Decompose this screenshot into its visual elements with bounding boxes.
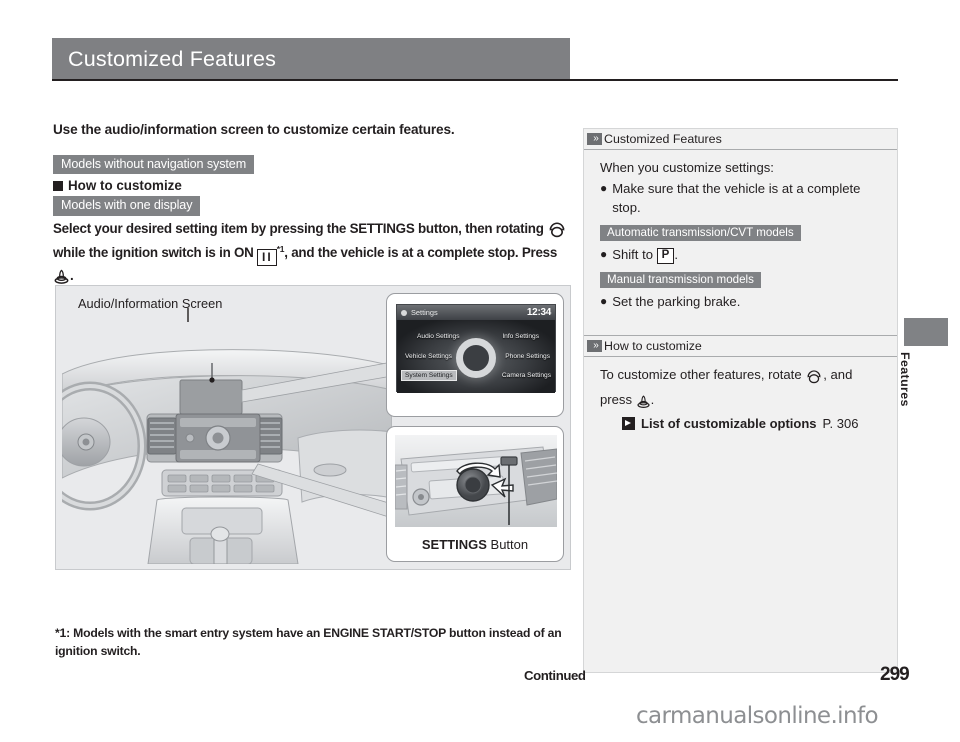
settings-button-caption-rest: Button	[486, 537, 529, 552]
shift-to-label: Shift to	[612, 246, 654, 262]
page-title: Customized Features	[68, 46, 277, 71]
park-gear-icon: P	[656, 247, 675, 265]
menu-item-camera-settings[interactable]: Camera Settings	[502, 372, 551, 379]
double-chevron-icon: »	[587, 340, 602, 353]
label-models-without-navigation: Models without navigation system	[53, 154, 573, 175]
instruction-text-1: Select your desired setting item by pres…	[53, 220, 544, 236]
subheading-label: How to customize	[68, 178, 182, 194]
rotate-knob-icon	[805, 369, 823, 390]
title-rule	[52, 79, 898, 81]
menu-item-vehicle-settings[interactable]: Vehicle Settings	[405, 353, 452, 360]
cross-reference-link[interactable]: List of customizable options P. 306	[622, 416, 887, 431]
instruction-text-2: while the ignition switch is in ON	[53, 244, 254, 260]
sidenote-heading-how-to-customize: » How to customize	[584, 335, 897, 358]
footnote-text: Models with the smart entry system have …	[55, 626, 562, 659]
screen-menu-area: Audio Settings Info Settings Vehicle Set…	[397, 320, 555, 393]
menu-item-audio-settings[interactable]: Audio Settings	[417, 333, 460, 340]
watermark: carmanualsonline.info	[636, 703, 879, 729]
manual-page: Customized Features Use the audio/inform…	[0, 0, 960, 742]
sidenote-intro: When you customize settings:	[600, 160, 774, 175]
bullet-dot-icon: ●	[600, 180, 608, 195]
ignition-on-icon: II	[257, 248, 277, 266]
page-number: 299	[880, 664, 910, 685]
page-title-bar: Customized Features	[52, 38, 570, 80]
callout-settings-button: SETTINGS Button	[386, 426, 564, 562]
head-unit-screen: Settings 12:34 Audio Settings Info Setti…	[396, 304, 556, 393]
sidenote-bullet-3-text: Set the parking brake.	[612, 293, 741, 309]
settings-button-bold-label: SETTINGS	[421, 537, 487, 552]
sidenote-line-end: .	[650, 391, 655, 407]
settings-indicator-icon	[401, 309, 407, 316]
screen-title: Settings	[411, 308, 438, 317]
illustration-figure: Audio/Information Screen Settings 12:34 …	[55, 285, 571, 570]
caption-leader-line	[187, 308, 189, 322]
left-column: Use the audio/information screen to cust…	[53, 122, 573, 290]
sidenote-heading-customized-features: » Customized Features	[584, 129, 897, 150]
figure-caption: Audio/Information Screen	[78, 296, 223, 311]
settings-button-caption: SETTINGS Button	[387, 537, 563, 552]
sidenote-bullet-complete-stop: ● Make sure that the vehicle is at a com…	[600, 179, 887, 218]
settings-knob-photo	[395, 435, 557, 527]
menu-item-phone-settings[interactable]: Phone Settings	[505, 353, 550, 360]
menu-item-system-settings[interactable]: System Settings	[401, 370, 457, 381]
screen-status-bar: Settings 12:34	[397, 305, 555, 320]
bullet-dot-icon: ●	[600, 293, 608, 308]
sidenote-heading-label: Customized Features	[604, 132, 722, 146]
footer-continued: Continued	[524, 668, 586, 683]
sidenote-bullet-parking-brake: ● Set the parking brake.	[600, 292, 887, 312]
sidenote-customize-line: To customize other features, rotate , an…	[600, 365, 887, 414]
callout-audio-screen: Settings 12:34 Audio Settings Info Setti…	[386, 293, 564, 417]
reference-title: List of customizable options	[641, 416, 817, 432]
section-tab-marker	[904, 318, 948, 346]
double-chevron-icon: »	[587, 133, 602, 145]
sidenote-bullet-1-text: Make sure that the vehicle is at a compl…	[612, 180, 861, 216]
sidenote-bullet-shift-to-p: ● Shift to P.	[600, 245, 887, 265]
bullet-dot-icon: ●	[600, 246, 608, 261]
rotate-knob-icon	[547, 221, 567, 243]
screen-clock: 12:34	[526, 307, 551, 318]
square-bullet-icon	[53, 180, 63, 191]
label-models-with-one-display: Models with one display	[53, 196, 573, 216]
lead-paragraph: Use the audio/information screen to cust…	[53, 122, 455, 137]
label-automatic-cvt-models: Automatic transmission/CVT models	[600, 220, 887, 245]
side-note-panel: » Customized Features When you customize…	[583, 128, 898, 673]
shift-to-period: .	[674, 246, 678, 262]
instruction-text-3: , and the vehicle is at a complete stop.…	[284, 244, 558, 260]
sidenote-body-1: When you customize settings: ● Make sure…	[584, 150, 897, 315]
subheading-how-to-customize: How to customize	[53, 178, 573, 193]
instruction-paragraph: Select your desired setting item by pres…	[53, 219, 573, 290]
instruction-end: .	[70, 267, 74, 283]
sidenote-heading-2-label: How to customize	[604, 339, 702, 354]
press-knob-icon	[636, 394, 651, 415]
sidenote-line-text-1: To customize other features, rotate	[600, 367, 802, 383]
section-tab-label: Features	[898, 352, 912, 407]
reference-arrow-icon	[622, 417, 635, 431]
sidenote-body-2: To customize other features, rotate , an…	[584, 357, 897, 433]
dashboard-illustration	[62, 318, 392, 564]
reference-page: P. 306	[822, 416, 859, 432]
label-manual-transmission-models: Manual transmission models	[600, 267, 887, 292]
footnote: *1: Models with the smart entry system h…	[55, 624, 575, 661]
footnote-marker: *1:	[55, 626, 70, 641]
selector-ring-graphic	[456, 337, 496, 378]
menu-item-info-settings[interactable]: Info Settings	[502, 333, 539, 340]
